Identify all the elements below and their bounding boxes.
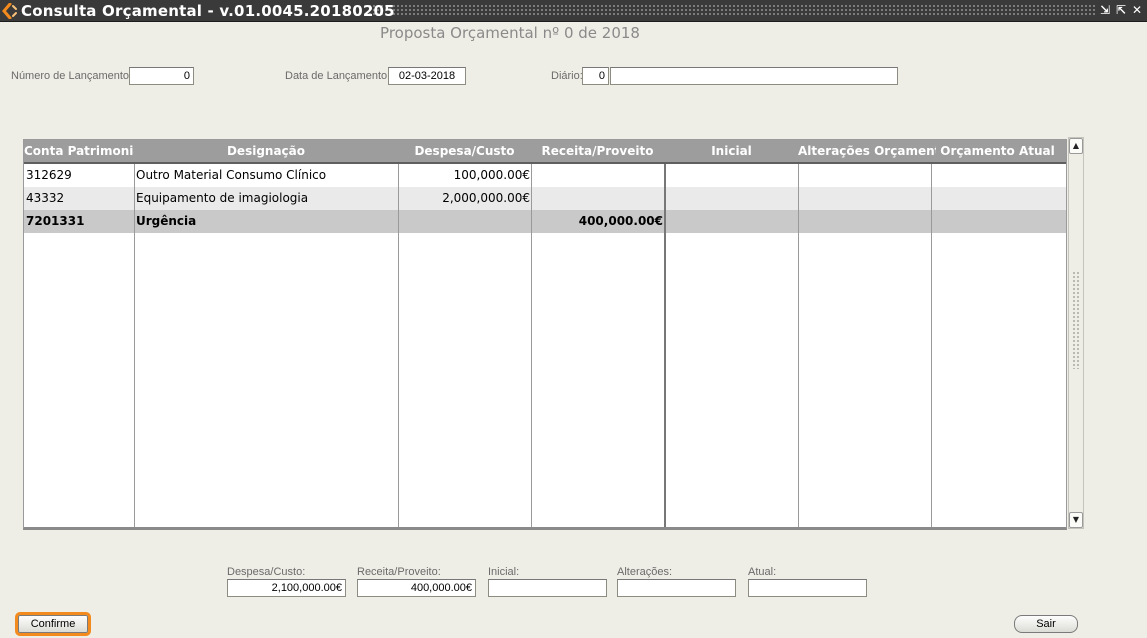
cell-receita[interactable] (532, 187, 665, 210)
cell-receita[interactable] (532, 164, 665, 187)
table-row-selected[interactable]: 7201331 Urgência 400,000.00€ (24, 210, 1066, 233)
numero-lancamento-label: Número de Lançamento: (11, 70, 133, 82)
column-divider (798, 164, 799, 527)
total-inicial-label: Inicial: (488, 566, 520, 578)
total-atual-label: Atual: (748, 566, 777, 578)
total-alteracoes-field[interactable] (617, 579, 736, 597)
scroll-up-arrow-icon[interactable]: ▲ (1069, 138, 1083, 154)
cell-designacao[interactable]: Urgência (135, 210, 398, 233)
column-header-despesa[interactable]: Despesa/Custo (398, 140, 531, 162)
column-divider (664, 164, 666, 527)
total-despesa-field[interactable]: 2,100,000.00€ (227, 579, 346, 597)
column-header-designacao[interactable]: Designação (134, 140, 398, 162)
cell-designacao[interactable]: Outro Material Consumo Clínico (135, 164, 398, 187)
cell-despesa[interactable]: 2,000,000.00€ (399, 187, 532, 210)
scroll-down-arrow-icon[interactable]: ▼ (1069, 512, 1083, 528)
cell-conta[interactable]: 312629 (24, 164, 134, 187)
restore-icon[interactable]: ⇱ (1116, 3, 1126, 17)
column-header-inicial[interactable]: Inicial (665, 140, 798, 162)
confirm-button[interactable]: Confirme (15, 612, 91, 636)
column-divider (134, 164, 135, 527)
total-receita-label: Receita/Proveito: (357, 566, 441, 578)
total-atual-field[interactable] (748, 579, 867, 597)
total-alteracoes-label: Alterações: (617, 566, 673, 578)
diario-description-field[interactable] (610, 67, 898, 85)
column-divider (931, 164, 932, 527)
exit-button[interactable]: Sair (1014, 615, 1078, 633)
scrollbar-grip[interactable] (1072, 271, 1080, 369)
column-header-orcamento-atual[interactable]: Orçamento Atual (931, 140, 1064, 162)
total-inicial-field[interactable] (488, 579, 607, 597)
page-title: Proposta Orçamental nº 0 de 2018 (380, 24, 640, 42)
table-row[interactable]: 43332 Equipamento de imagiologia 2,000,0… (24, 187, 1066, 210)
diario-label: Diário: (551, 70, 583, 82)
window-title: Consulta Orçamental - v.01.0045.20180205 (21, 2, 395, 20)
cell-conta[interactable]: 7201331 (24, 210, 134, 233)
budget-table: Conta Patrimonial Designação Despesa/Cus… (23, 139, 1067, 530)
app-logo-icon (2, 3, 17, 19)
close-icon[interactable]: ✕ (1132, 3, 1142, 17)
total-despesa-label: Despesa/Custo: (227, 566, 306, 578)
cell-despesa[interactable]: 100,000.00€ (399, 164, 532, 187)
column-divider (398, 164, 399, 527)
column-header-receita[interactable]: Receita/Proveito (531, 140, 664, 162)
minimize-icon[interactable]: ⇲ (1100, 3, 1110, 17)
cell-designacao[interactable]: Equipamento de imagiologia (135, 187, 398, 210)
table-header: Conta Patrimonial Designação Despesa/Cus… (24, 140, 1066, 164)
column-header-conta[interactable]: Conta Patrimonial (24, 140, 134, 162)
cell-conta[interactable]: 43332 (24, 187, 134, 210)
data-lancamento-label: Data de Lançamento: (285, 70, 391, 82)
numero-lancamento-field[interactable]: 0 (129, 67, 194, 85)
data-lancamento-field[interactable]: 02-03-2018 (388, 67, 466, 85)
column-divider (531, 164, 532, 527)
total-receita-field[interactable]: 400,000.00€ (357, 579, 476, 597)
cell-receita[interactable]: 400,000.00€ (532, 210, 665, 233)
column-header-alteracoes[interactable]: Alterações Orçamentais (798, 140, 936, 162)
title-bar-pattern (368, 4, 1096, 17)
title-bar: Consulta Orçamental - v.01.0045.20180205… (0, 0, 1147, 22)
table-scrollbar[interactable]: ▲ ▼ (1068, 137, 1084, 529)
table-row[interactable]: 312629 Outro Material Consumo Clínico 10… (24, 164, 1066, 187)
cell-despesa[interactable] (399, 210, 532, 233)
diario-code-field[interactable]: 0 (582, 67, 609, 85)
